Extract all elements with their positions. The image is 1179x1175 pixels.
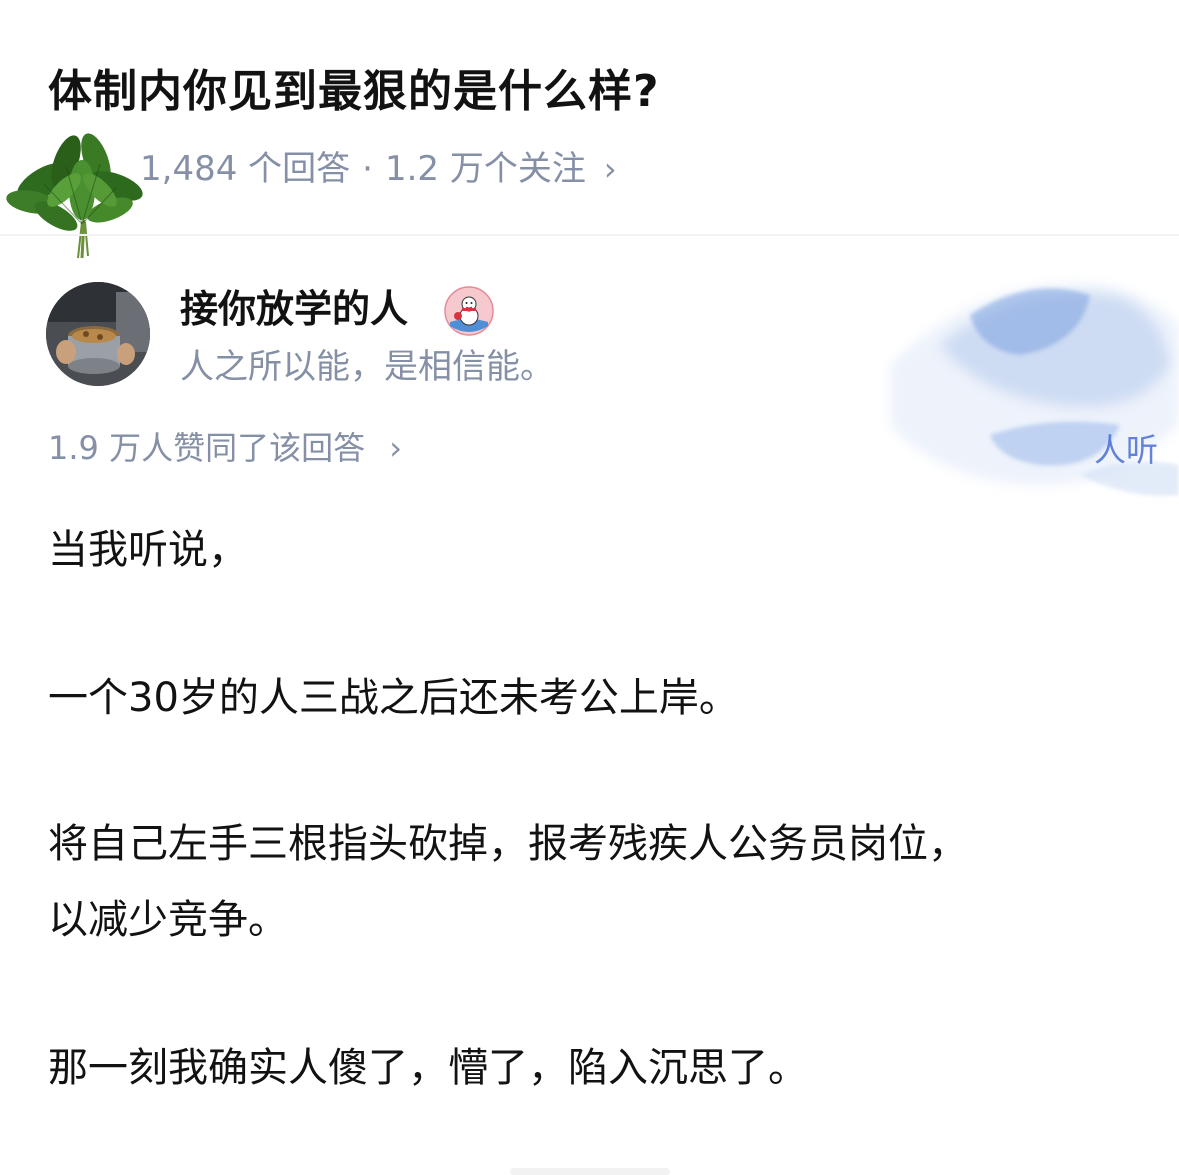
chevron-right-icon: › <box>389 429 403 467</box>
answer-paragraph: 那一刻我确实人傻了，懵了，陷入沉思了。 <box>48 1045 808 1091</box>
section-divider <box>0 234 1179 236</box>
vote-summary[interactable]: 1.9 万人赞同了该回答 › <box>48 425 402 471</box>
author-bio: 人之所以能，是相信能。 <box>180 347 554 387</box>
avatar[interactable] <box>46 282 150 386</box>
plant-sticker-icon <box>6 133 143 259</box>
vote-count-text: 1.9 万人赞同了该回答 <box>48 429 366 467</box>
question-meta[interactable]: 1,484 个回答 · 1.2 万个关注 › <box>140 146 617 192</box>
answer-paragraph: 以减少竞争。 <box>48 897 288 943</box>
answer-paragraph: 将自己左手三根指头砍掉，报考残疾人公务员岗位， <box>48 821 968 867</box>
chevron-right-icon: › <box>603 150 617 188</box>
snowman-badge-icon <box>444 286 494 336</box>
avatar-photo-icon <box>46 282 150 386</box>
brush-overlay-text: 人听 <box>1094 431 1159 469</box>
home-indicator <box>510 1168 670 1175</box>
author-name[interactable]: 接你放学的人 <box>180 283 408 335</box>
answer-paragraph: 当我听说， <box>48 527 248 573</box>
meta-separator: · <box>362 149 373 189</box>
follow-count: 1.2 万个关注 <box>384 149 586 189</box>
answer-paragraph: 一个30岁的人三战之后还未考公上岸。 <box>48 675 739 721</box>
answer-count: 1,484 个回答 <box>140 149 351 189</box>
question-title[interactable]: 体制内你见到最狠的是什么样? <box>48 62 660 122</box>
